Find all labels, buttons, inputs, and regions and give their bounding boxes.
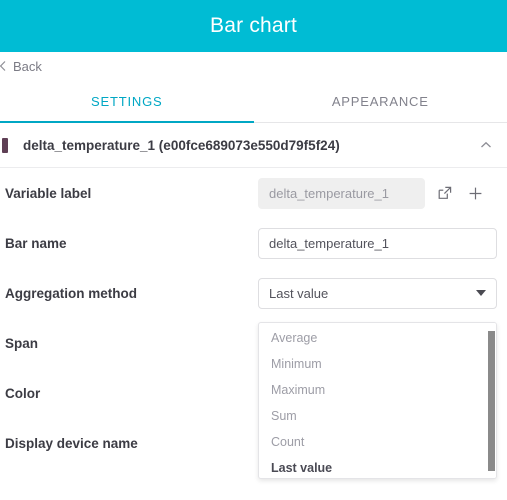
aggregation-method-control: Last value	[258, 277, 497, 309]
color-label: Color	[5, 385, 41, 401]
variable-color-swatch	[2, 137, 8, 153]
dropdown-scrollbar-thumb[interactable]	[488, 331, 495, 471]
tab-settings-label: SETTINGS	[91, 93, 163, 109]
variable-label-control: delta_temperature_1	[258, 177, 497, 209]
dropdown-option-average[interactable]: Average	[259, 325, 496, 351]
variable-accordion-title: delta_temperature_1 (e00fce689073e550d79…	[23, 137, 340, 153]
open-external-icon[interactable]	[435, 183, 455, 203]
variable-accordion-header[interactable]: delta_temperature_1 (e00fce689073e550d79…	[0, 123, 507, 168]
variable-label-value: delta_temperature_1	[269, 185, 389, 201]
aggregation-method-select[interactable]: Last value	[258, 277, 497, 309]
bar-name-label: Bar name	[5, 235, 67, 251]
variable-label-input[interactable]: delta_temperature_1	[258, 177, 425, 209]
bar-name-value: delta_temperature_1	[269, 235, 389, 251]
plus-icon[interactable]	[465, 183, 485, 203]
bar-chart-settings-panel: Bar chart Back SETTINGS APPEARANCE delta…	[0, 0, 507, 500]
row-aggregation-method: Aggregation method Last value	[0, 268, 507, 318]
row-variable-label: Variable label delta_temperature_1	[0, 168, 507, 218]
row-bar-name: Bar name delta_temperature_1	[0, 218, 507, 268]
dropdown-option-count[interactable]: Count	[259, 429, 496, 455]
page-title: Bar chart	[210, 14, 297, 37]
aggregation-method-label: Aggregation method	[5, 285, 137, 301]
bar-name-control: delta_temperature_1	[258, 227, 497, 259]
variable-label-label: Variable label	[5, 185, 92, 201]
dropdown-option-last-value[interactable]: Last value	[259, 455, 496, 478]
aggregation-method-value: Last value	[269, 285, 329, 301]
backbar: Back	[0, 52, 507, 80]
bar-name-input[interactable]: delta_temperature_1	[258, 227, 497, 259]
tab-appearance[interactable]: APPEARANCE	[254, 80, 507, 122]
dropdown-option-maximum[interactable]: Maximum	[259, 377, 496, 403]
dropdown-option-list: Average Minimum Maximum Sum Count Last v…	[259, 323, 496, 478]
dropdown-scrollbar[interactable]	[487, 323, 496, 478]
tab-settings[interactable]: SETTINGS	[0, 80, 254, 123]
chevron-up-icon[interactable]	[479, 138, 493, 152]
dropdown-option-minimum[interactable]: Minimum	[259, 351, 496, 377]
back-button[interactable]: Back	[0, 59, 42, 74]
display-device-name-label: Display device name	[5, 435, 138, 451]
chevron-left-icon	[0, 60, 8, 72]
tab-bar: SETTINGS APPEARANCE	[0, 80, 507, 123]
tab-appearance-label: APPEARANCE	[331, 93, 429, 109]
titlebar: Bar chart	[0, 0, 507, 52]
dropdown-option-sum[interactable]: Sum	[259, 403, 496, 429]
chevron-down-icon	[476, 290, 486, 296]
back-label: Back	[13, 58, 42, 74]
aggregation-method-dropdown[interactable]: Average Minimum Maximum Sum Count Last v…	[258, 322, 497, 479]
span-label: Span	[5, 335, 39, 351]
